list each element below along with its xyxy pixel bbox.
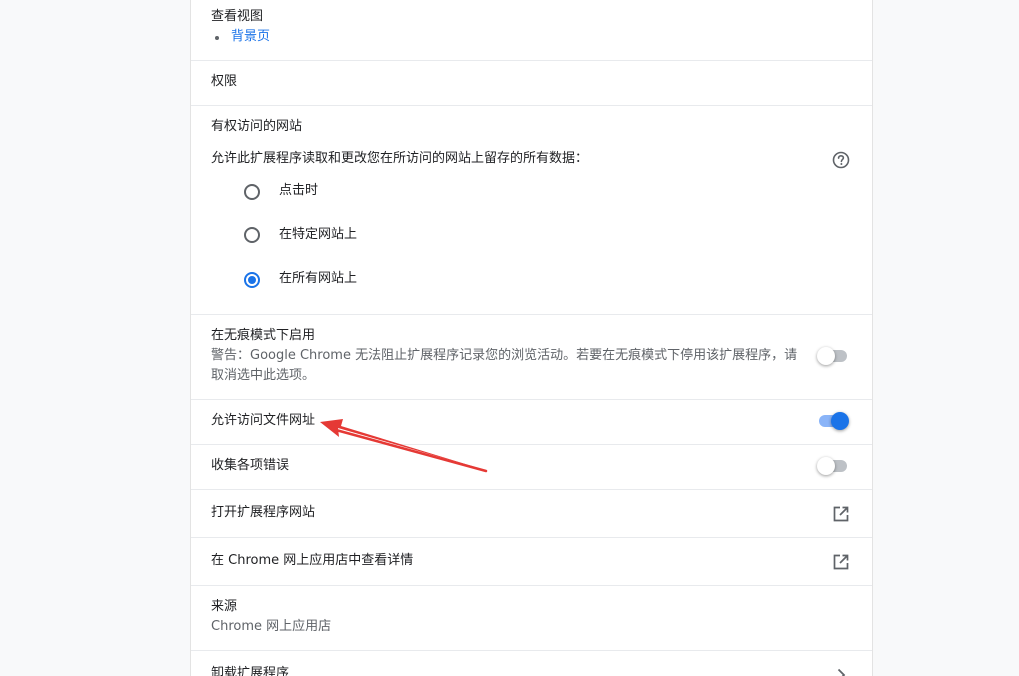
file-urls-label: 允许访问文件网址 bbox=[211, 413, 316, 428]
radio-all-sites[interactable] bbox=[244, 272, 260, 288]
extension-details-card: 查看视图 背景页 权限 有权访问的网站 允许此扩展程序读取和更改您在所访问的网站… bbox=[190, 0, 873, 676]
incognito-toggle[interactable] bbox=[817, 346, 849, 366]
background-page-link[interactable]: 背景页 bbox=[231, 28, 270, 46]
open-site-row[interactable]: 打开扩展程序网站 bbox=[191, 490, 872, 538]
source-section: 来源 Chrome 网上应用店 bbox=[191, 586, 872, 651]
inspect-views-section: 查看视图 背景页 bbox=[191, 0, 872, 61]
file-urls-section: 允许访问文件网址 bbox=[191, 400, 872, 445]
inspect-views-heading: 查看视图 bbox=[211, 9, 264, 24]
chevron-right-icon[interactable] bbox=[831, 665, 851, 676]
source-heading: 来源 bbox=[211, 599, 238, 614]
open-site-label: 打开扩展程序网站 bbox=[211, 505, 316, 520]
bullet-icon bbox=[215, 36, 219, 40]
permissions-heading: 权限 bbox=[211, 74, 238, 89]
incognito-warning-line-1: 警告：Google Chrome 无法阻止扩展程序记录您的浏览活动。若要在无痕模… bbox=[211, 348, 798, 363]
site-access-section: 有权访问的网站 允许此扩展程序读取和更改您在所访问的网站上留存的所有数据： 点击… bbox=[191, 106, 872, 315]
uninstall-label: 卸载扩展程序 bbox=[211, 666, 290, 676]
permissions-section: 权限 bbox=[191, 61, 872, 106]
collect-errors-section: 收集各项错误 bbox=[191, 445, 872, 490]
store-details-label: 在 Chrome 网上应用店中查看详情 bbox=[211, 553, 414, 568]
file-urls-toggle[interactable] bbox=[817, 411, 849, 431]
radio-on-click-label[interactable]: 点击时 bbox=[279, 182, 318, 200]
source-value: Chrome 网上应用店 bbox=[211, 619, 332, 634]
open-in-new-icon[interactable] bbox=[831, 504, 851, 524]
radio-on-click[interactable] bbox=[244, 184, 260, 200]
help-icon[interactable] bbox=[831, 150, 851, 170]
site-access-heading: 有权访问的网站 bbox=[211, 119, 303, 134]
incognito-warning-line-2: 取消选中此选项。 bbox=[211, 368, 316, 383]
incognito-heading: 在无痕模式下启用 bbox=[211, 328, 316, 343]
radio-specific-sites-label[interactable]: 在特定网站上 bbox=[279, 226, 357, 244]
open-in-new-icon[interactable] bbox=[831, 552, 851, 572]
collect-errors-label: 收集各项错误 bbox=[211, 458, 290, 473]
collect-errors-toggle[interactable] bbox=[817, 456, 849, 476]
radio-all-sites-label[interactable]: 在所有网站上 bbox=[279, 270, 357, 288]
uninstall-row[interactable]: 卸载扩展程序 bbox=[191, 651, 872, 676]
radio-specific-sites[interactable] bbox=[244, 227, 260, 243]
site-access-description: 允许此扩展程序读取和更改您在所访问的网站上留存的所有数据： bbox=[211, 151, 589, 166]
store-details-row[interactable]: 在 Chrome 网上应用店中查看详情 bbox=[191, 538, 872, 586]
incognito-section: 在无痕模式下启用 警告：Google Chrome 无法阻止扩展程序记录您的浏览… bbox=[191, 315, 872, 400]
